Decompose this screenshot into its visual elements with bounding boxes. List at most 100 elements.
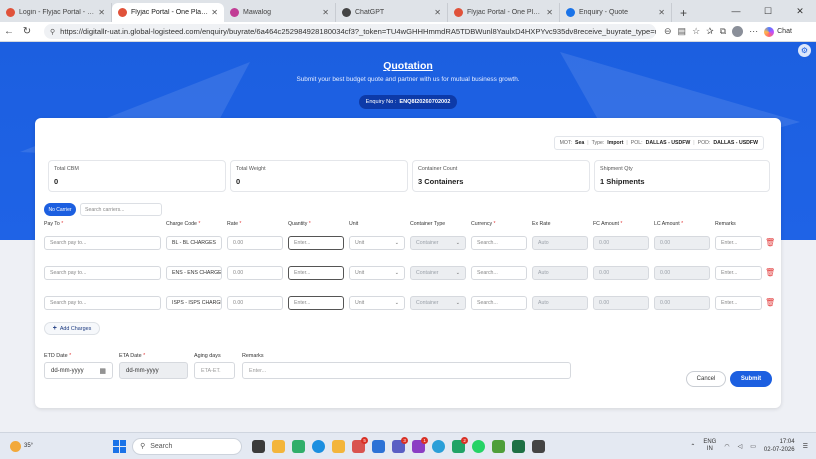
rate-input[interactable]: 0.00: [227, 236, 283, 250]
widgets-icon[interactable]: [272, 439, 286, 453]
teams-icon[interactable]: 3: [392, 436, 409, 453]
chrome-icon[interactable]: 2: [452, 436, 469, 453]
more-menu-icon[interactable]: ⋯: [749, 26, 758, 37]
close-tab-icon[interactable]: ✕: [322, 8, 329, 17]
add-charges-button[interactable]: + Add Charges: [44, 322, 100, 335]
charge-code-field[interactable]: ENS - ENS CHARGE: [166, 266, 222, 280]
aging-days-input[interactable]: ETA-ET.: [194, 362, 235, 379]
site-info-icon[interactable]: ⚲: [50, 28, 55, 36]
lc-amount-field[interactable]: 0.00: [654, 296, 710, 310]
app-icon-dark[interactable]: [532, 439, 546, 453]
pay-to-input[interactable]: Search pay to...: [44, 296, 161, 310]
quantity-input[interactable]: Enter...: [288, 236, 344, 250]
no-carrier-button[interactable]: No Carrier: [44, 203, 76, 216]
edge-browser-icon[interactable]: [312, 439, 326, 453]
browser-tab[interactable]: ChatGPT ✕: [336, 3, 448, 22]
lc-amount-field[interactable]: 0.00: [654, 266, 710, 280]
container-type-select[interactable]: Container ⌄: [410, 236, 466, 250]
chat-button[interactable]: Chat: [764, 26, 792, 37]
currency-input[interactable]: Search...: [471, 296, 527, 310]
settings-fab[interactable]: ⚙: [798, 44, 811, 57]
browser-tab[interactable]: Flyjac Portal - One Place for A✕: [448, 3, 560, 22]
reload-button[interactable]: ↻: [18, 26, 36, 37]
search-carriers-input[interactable]: Search carriers...: [80, 203, 162, 216]
currency-input[interactable]: Search...: [471, 266, 527, 280]
cancel-button[interactable]: Cancel: [686, 371, 726, 387]
unit-select[interactable]: Unit ⌄: [349, 296, 405, 310]
collections-icon[interactable]: ⧉: [720, 26, 726, 37]
maximize-button[interactable]: ☐: [752, 0, 784, 22]
pay-to-input[interactable]: Search pay to...: [44, 266, 161, 280]
url-field[interactable]: ⚲ https://digitallr-uat.in.global-logist…: [44, 24, 656, 39]
submit-button[interactable]: Submit: [730, 371, 772, 387]
etd-date-input[interactable]: dd-mm-yyyy ▦: [44, 362, 113, 379]
ex-rate-field[interactable]: Auto: [532, 266, 588, 280]
minimize-button[interactable]: —: [720, 0, 752, 22]
delete-row-icon[interactable]: 🗑: [765, 238, 775, 247]
lc-amount-field[interactable]: 0.00: [654, 236, 710, 250]
unit-select[interactable]: Unit ⌄: [349, 266, 405, 280]
quantity-input[interactable]: Enter...: [288, 296, 344, 310]
chevron-up-icon[interactable]: ⌃: [690, 443, 695, 450]
task-view-icon[interactable]: [252, 439, 266, 453]
app-icon-green[interactable]: [492, 439, 506, 453]
close-tab-icon[interactable]: ✕: [658, 8, 665, 17]
calendar-icon[interactable]: ▦: [99, 367, 106, 375]
rate-input[interactable]: 0.00: [227, 296, 283, 310]
reader-icon[interactable]: ▤: [678, 26, 687, 37]
browser-tab[interactable]: Flyjac Portal - One Place for A✕: [112, 3, 224, 22]
browser-tab[interactable]: Login - Flyjac Portal - One Pla✕: [0, 3, 112, 22]
fc-amount-field[interactable]: 0.00: [593, 236, 649, 250]
currency-input[interactable]: Search...: [471, 236, 527, 250]
close-window-button[interactable]: ✕: [784, 0, 816, 22]
back-button[interactable]: ←: [0, 26, 18, 37]
file-explorer-icon[interactable]: [332, 439, 346, 453]
favorites-bar-icon[interactable]: ✰: [706, 26, 714, 37]
rate-input[interactable]: 0.00: [227, 266, 283, 280]
start-button-icon[interactable]: [113, 439, 127, 453]
delete-row-icon[interactable]: 🗑: [765, 268, 775, 277]
ex-rate-field[interactable]: Auto: [532, 296, 588, 310]
close-tab-icon[interactable]: ✕: [546, 8, 553, 17]
quantity-input[interactable]: Enter...: [288, 266, 344, 280]
unit-select[interactable]: Unit ⌄: [349, 236, 405, 250]
close-tab-icon[interactable]: ✕: [211, 8, 218, 17]
close-tab-icon[interactable]: ✕: [98, 8, 105, 17]
container-type-select[interactable]: Container ⌄: [410, 296, 466, 310]
taskbar-search[interactable]: ⚲ Search: [132, 437, 243, 455]
charge-code-field[interactable]: ISPS - ISPS CHARGE: [166, 296, 222, 310]
profile-avatar[interactable]: [732, 26, 744, 37]
pay-to-input[interactable]: Search pay to...: [44, 236, 161, 250]
battery-icon[interactable]: ▭: [750, 443, 756, 450]
row-remarks-input[interactable]: Enter...: [715, 266, 762, 280]
ex-rate-field[interactable]: Auto: [532, 236, 588, 250]
outlook-icon[interactable]: [372, 439, 386, 453]
remarks-input[interactable]: Enter...: [242, 362, 571, 379]
favorite-icon[interactable]: ☆: [692, 26, 700, 37]
whatsapp-icon[interactable]: [472, 439, 486, 453]
fc-amount-field[interactable]: 0.00: [593, 296, 649, 310]
new-tab-button[interactable]: +: [672, 3, 695, 22]
copilot-app-icon[interactable]: [292, 439, 306, 453]
app-icon-purple[interactable]: 1: [412, 436, 429, 453]
row-remarks-input[interactable]: Enter...: [715, 236, 762, 250]
telegram-icon[interactable]: [432, 439, 446, 453]
weather-widget[interactable]: 35°: [10, 440, 33, 452]
volume-icon[interactable]: ◁: [738, 443, 743, 450]
zoom-icon[interactable]: ⊖: [664, 26, 672, 37]
eta-date-input[interactable]: dd-mm-yyyy: [119, 362, 188, 379]
browser-tab[interactable]: Enquiry - Quote ✕: [560, 3, 672, 22]
row-remarks-input[interactable]: Enter...: [715, 296, 762, 310]
notification-icon[interactable]: ☰: [803, 443, 808, 450]
clock[interactable]: 17:04 02-07-2026: [764, 438, 795, 454]
close-tab-icon[interactable]: ✕: [434, 8, 441, 17]
delete-row-icon[interactable]: 🗑: [765, 298, 775, 307]
container-type-select[interactable]: Container ⌄: [410, 266, 466, 280]
charge-code-field[interactable]: BL - BL CHARGES: [166, 236, 222, 250]
browser-tab[interactable]: Mawalog ✕: [224, 3, 336, 22]
fc-amount-field[interactable]: 0.00: [593, 266, 649, 280]
app-icon-red[interactable]: 5: [352, 436, 369, 453]
language-indicator[interactable]: ENG IN: [703, 439, 716, 453]
wifi-icon[interactable]: ◠: [724, 443, 729, 450]
excel-icon[interactable]: [512, 439, 526, 453]
